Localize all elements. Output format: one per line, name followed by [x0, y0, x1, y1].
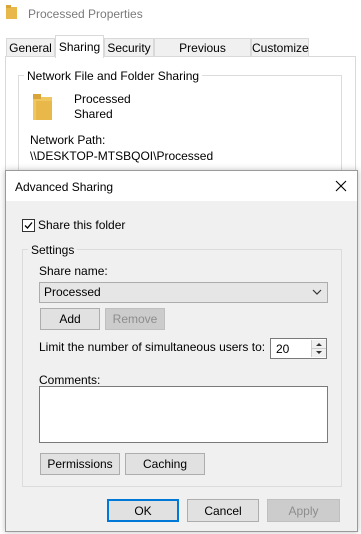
close-icon[interactable] [331, 176, 351, 196]
chevron-down-icon [312, 283, 322, 308]
limit-users-label: Limit the number of simultaneous users t… [39, 340, 266, 354]
ok-button[interactable]: OK [107, 499, 179, 522]
share-folder-checkbox[interactable] [22, 219, 35, 232]
dialog-title: Advanced Sharing [15, 180, 114, 194]
share-folder-label: Share this folder [38, 218, 126, 232]
apply-button[interactable]: Apply [267, 499, 340, 522]
limit-users-value: 20 [276, 342, 290, 356]
comments-textarea[interactable] [39, 386, 328, 443]
tab-customize[interactable]: Customize [251, 38, 309, 57]
advanced-sharing-dialog: Advanced Sharing Share this folder Setti… [5, 170, 358, 532]
permissions-button[interactable]: Permissions [40, 453, 120, 475]
tab-sharing[interactable]: Sharing [55, 35, 104, 58]
tab-general[interactable]: General [6, 38, 55, 57]
share-name-label: Share name: [39, 264, 108, 278]
limit-users-spinbox[interactable]: 20 [270, 338, 327, 359]
shared-folder-icon [33, 94, 53, 123]
folder-name: Processed [74, 92, 131, 106]
tab-previous-versions[interactable]: Previous Versions [154, 38, 251, 73]
add-button[interactable]: Add [40, 308, 100, 330]
share-status: Shared [74, 107, 113, 121]
settings-legend: Settings [28, 243, 78, 257]
remove-button[interactable]: Remove [105, 308, 165, 330]
tab-security[interactable]: Security [104, 38, 154, 57]
network-path-value: \\DESKTOP-MTSBQOI\Processed [30, 149, 214, 163]
network-path-label: Network Path: [30, 133, 106, 147]
share-name-value: Processed [44, 285, 101, 299]
folder-icon [6, 5, 18, 19]
cancel-button[interactable]: Cancel [187, 499, 259, 522]
window-title: Processed Properties [28, 7, 143, 21]
spin-buttons[interactable] [311, 340, 326, 357]
share-name-dropdown[interactable]: Processed [39, 282, 328, 303]
caching-button[interactable]: Caching [125, 453, 205, 475]
network-sharing-group-title: Network File and Folder Sharing [24, 69, 203, 83]
comments-label: Comments: [39, 373, 101, 387]
